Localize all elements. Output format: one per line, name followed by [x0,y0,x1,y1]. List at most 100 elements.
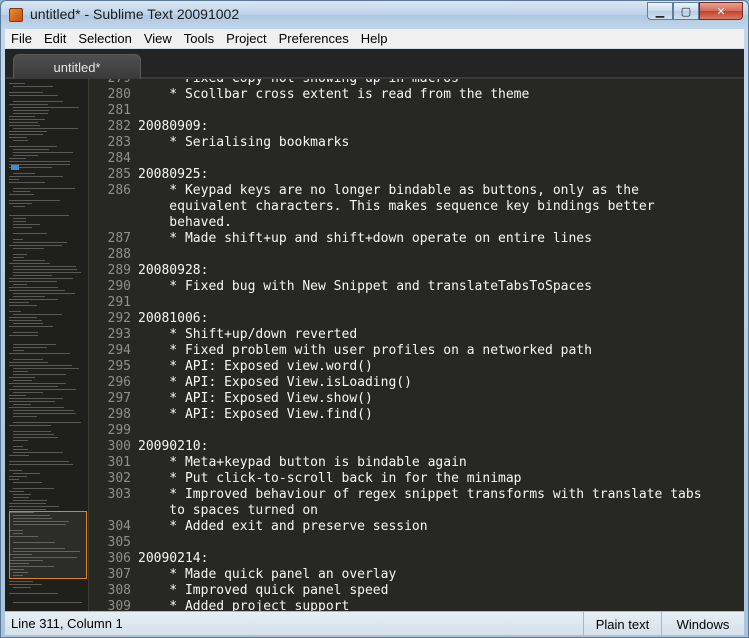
status-bar: Line 311, Column 1 Plain text Windows [5,611,744,636]
code-line[interactable]: 280 * Scollbar cross extent is read from… [91,87,744,103]
minimap[interactable] [5,79,89,611]
minimap-line [9,278,73,279]
code-line[interactable]: 288 [91,247,744,263]
code-line[interactable]: 297 * API: Exposed View.show() [91,391,744,407]
code-view[interactable]: 279 * Fixed Copy not showing up in macro… [91,79,744,611]
code-line[interactable]: 290 * Fixed bug with New Snippet and tra… [91,279,744,295]
minimap-line [13,257,24,258]
code-line[interactable]: 306 20090214: [91,551,744,567]
code-line[interactable]: 305 [91,535,744,551]
title-bar[interactable]: untitled* - Sublime Text 20091002 ▁ ▢ ✕ [1,1,748,29]
minimap-line [13,206,25,207]
menu-project[interactable]: Project [220,31,272,46]
editor-pane[interactable]: 279 * Fixed Copy not showing up in macro… [5,79,744,611]
menu-file[interactable]: File [5,31,38,46]
code-line[interactable]: 287 * Made shift+up and shift+down opera… [91,231,744,247]
code-line[interactable]: to spaces turned on [91,503,744,519]
code-line[interactable]: 309 * Added project support [91,599,744,611]
line-text: 20090210: [138,439,209,454]
minimap-line [9,203,32,204]
minimap-line [9,95,58,96]
minimap-line [13,332,38,333]
minimap-line [9,506,59,507]
code-line[interactable]: 284 [91,151,744,167]
minimize-button[interactable]: ▁ [647,2,673,20]
minimap-line [13,233,47,234]
code-line[interactable]: 292 20081006: [91,311,744,327]
code-line[interactable]: 291 [91,295,744,311]
code-line[interactable]: 308 * Improved quick panel speed [91,583,744,599]
line-text: * API: Exposed View.isLoading() [138,375,412,390]
maximize-button[interactable]: ▢ [673,2,699,20]
line-text: * API: Exposed view.word() [138,359,373,374]
line-number: 304 [107,519,131,534]
menu-help[interactable]: Help [355,31,394,46]
code-line[interactable]: 281 [91,103,744,119]
minimap-line [13,107,79,108]
code-line[interactable]: 283 * Serialising bookmarks [91,135,744,151]
code-line[interactable]: behaved. [91,215,744,231]
line-number: 289 [107,263,131,278]
line-text: 20080925: [138,167,209,182]
code-line[interactable]: 285 20080925: [91,167,744,183]
close-button[interactable]: ✕ [699,2,743,20]
menu-bar: File Edit Selection View Tools Project P… [5,29,744,49]
minimap-viewport[interactable] [9,511,87,579]
code-line[interactable]: 299 [91,423,744,439]
minimap-line [9,137,27,138]
minimap-line [13,446,23,447]
code-line[interactable]: 294 * Fixed problem with user profiles o… [91,343,744,359]
code-line[interactable]: 303 * Improved behaviour of regex snippe… [91,487,744,503]
line-text: * Scollbar cross extent is read from the… [138,87,530,102]
code-line[interactable]: 295 * API: Exposed view.word() [91,359,744,375]
code-line[interactable]: 279 * Fixed Copy not showing up in macro… [91,79,744,87]
menu-selection[interactable]: Selection [72,31,137,46]
tab-untitled[interactable]: untitled* [13,54,141,79]
menu-view[interactable]: View [138,31,178,46]
code-line[interactable]: 304 * Added exit and preserve session [91,519,744,535]
minimap-line [9,593,58,594]
menu-edit[interactable]: Edit [38,31,72,46]
line-text: * Fixed problem with user profiles on a … [138,343,592,358]
minimap-line [9,161,70,162]
line-endings-selector[interactable]: Windows [661,612,744,636]
code-line[interactable]: 301 * Meta+keypad button is bindable aga… [91,455,744,471]
code-line[interactable]: 302 * Put click-to-scroll back in for th… [91,471,744,487]
line-text: behaved. [138,215,232,230]
line-number: 286 [107,183,131,198]
code-line[interactable]: 296 * API: Exposed View.isLoading() [91,375,744,391]
code-line[interactable]: 282 20080909: [91,119,744,135]
line-text: * Shift+up/down reverted [138,327,358,342]
minimap-line [13,173,35,174]
code-line[interactable]: equivalent characters. This makes sequen… [91,199,744,215]
line-text: to spaces turned on [138,503,319,518]
code-line[interactable]: 293 * Shift+up/down reverted [91,327,744,343]
minimap-line [9,509,46,510]
minimap-line [13,368,79,369]
minimap-line [13,248,44,249]
minimap-line [9,182,45,183]
code-line[interactable]: 286 * Keypad keys are no longer bindable… [91,183,744,199]
code-line[interactable]: 298 * API: Exposed View.find() [91,407,744,423]
code-line[interactable]: 300 20090210: [91,439,744,455]
code-line[interactable]: 307 * Made quick panel an overlay [91,567,744,583]
line-number: 294 [107,343,131,358]
minimap-line [13,347,47,348]
minimap-line [13,188,75,189]
minimap-line [13,266,76,267]
minimap-line [9,461,69,462]
line-number: 280 [107,87,131,102]
menu-preferences[interactable]: Preferences [273,31,355,46]
minimap-line [13,155,38,156]
minimap-line [13,242,67,243]
line-number: 279 [91,79,131,87]
minimap-line [9,326,53,327]
line-text: * Serialising bookmarks [138,135,350,150]
minimap-line [13,473,40,474]
menu-tools[interactable]: Tools [178,31,220,46]
syntax-selector[interactable]: Plain text [583,612,661,636]
sublime-app-icon[interactable] [9,8,23,22]
line-number: 293 [107,327,131,342]
minimap-line [13,272,81,273]
code-line[interactable]: 289 20080928: [91,263,744,279]
